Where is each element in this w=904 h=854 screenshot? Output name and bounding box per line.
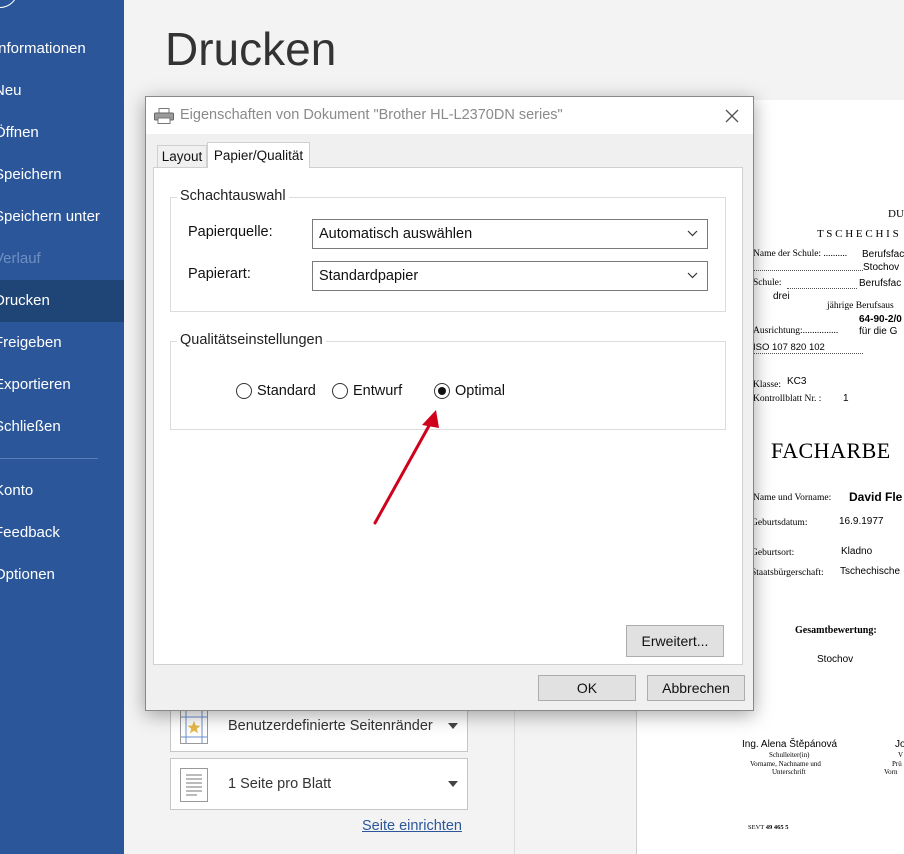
pages-per-sheet-setting[interactable]: 1 Seite pro Blatt xyxy=(170,758,468,810)
preview-signer-role1: Schulleiter(in) xyxy=(769,751,810,759)
nav-oeffnen[interactable]: Öffnen xyxy=(0,112,124,154)
preview-signer2-line1: V xyxy=(898,751,904,759)
nav-freigeben[interactable]: Freigeben xyxy=(0,322,124,364)
paper-source-value: Automatisch auswählen xyxy=(319,226,473,242)
preview-birth-value: 16.9.1977 xyxy=(839,516,884,527)
page-title: Drucken xyxy=(165,23,337,75)
preview-signer2-line2: Prü xyxy=(892,760,902,768)
chevron-down-icon xyxy=(448,723,458,729)
preview-school-value: Berufsfac xyxy=(859,278,902,289)
preview-heading: FACHARBE xyxy=(771,438,891,463)
tray-selection-group: Schachtauswahl Papierquelle: Automatisch… xyxy=(170,188,726,312)
pages-per-sheet-label: 1 Seite pro Blatt xyxy=(228,776,332,792)
nav-schliessen[interactable]: Schließen xyxy=(0,406,124,448)
backstage-sidebar: Informationen Neu Öffnen Speichern Speic… xyxy=(0,0,124,854)
margins-icon xyxy=(180,710,208,744)
dialog-titlebar[interactable]: Eigenschaften von Dokument "Brother HL-L… xyxy=(146,97,753,134)
paper-source-select[interactable]: Automatisch auswählen xyxy=(312,219,708,249)
annotation-arrow-icon xyxy=(373,410,439,525)
radio-entwurf-label: Entwurf xyxy=(353,383,403,399)
preview-sevt-prefix: SEVT xyxy=(748,824,765,831)
dialog-title: Eigenschaften von Dokument "Brother HL-L… xyxy=(180,107,563,123)
close-button[interactable] xyxy=(717,101,747,131)
preview-school-label: Schule: xyxy=(753,278,782,288)
preview-kontrollblatt-value: 1 xyxy=(843,393,849,404)
tray-group-title: Schachtauswahl xyxy=(177,188,289,204)
preview-signer: Ing. Alena Štěpánová xyxy=(742,739,838,750)
nav-informationen[interactable]: Informationen xyxy=(0,28,124,70)
back-button[interactable] xyxy=(0,0,36,8)
cancel-button[interactable]: Abbrechen xyxy=(647,675,745,701)
preview-kontrollblatt-label: Kontrollblatt Nr. : xyxy=(753,394,822,404)
preview-birth-label: Geburtsdatum: xyxy=(751,518,808,528)
nav-neu[interactable]: Neu xyxy=(0,70,124,112)
nav-drucken[interactable]: Drucken xyxy=(0,280,124,322)
preview-signer2: Jo xyxy=(895,739,904,750)
nav-exportieren[interactable]: Exportieren xyxy=(0,364,124,406)
radio-selected-icon xyxy=(434,383,450,399)
preview-du: DU xyxy=(888,208,904,220)
preview-birthplace-label: Geburtsort: xyxy=(751,548,795,558)
radio-optimal-label: Optimal xyxy=(455,383,505,399)
nav-separator xyxy=(0,458,98,459)
nav-feedback[interactable]: Feedback xyxy=(0,512,124,554)
preview-klasse-value: KC3 xyxy=(787,376,807,387)
ok-button[interactable]: OK xyxy=(538,675,636,701)
paper-type-label: Papierart: xyxy=(188,266,251,282)
radio-standard[interactable]: Standard xyxy=(236,381,321,401)
advanced-button[interactable]: Erweitert... xyxy=(626,625,724,657)
radio-entwurf[interactable]: Entwurf xyxy=(332,381,412,401)
preview-code: 64-90-2/0 xyxy=(859,314,902,325)
chevron-down-icon xyxy=(687,272,698,279)
nav-optionen[interactable]: Optionen xyxy=(0,554,124,596)
printer-icon xyxy=(154,108,174,124)
paper-type-value: Standardpapier xyxy=(319,268,419,284)
chevron-down-icon xyxy=(448,781,458,787)
radio-circle-icon xyxy=(332,383,348,399)
settings-divider xyxy=(514,700,515,854)
preview-tschechis: T S C H E C H I S xyxy=(817,228,899,240)
chevron-down-icon xyxy=(687,230,698,237)
preview-citizenship-value: Tschechische xyxy=(840,566,901,577)
preview-name-label: Name und Vorname: xyxy=(753,493,832,503)
preview-place: Stochov xyxy=(817,654,854,665)
radio-circle-icon xyxy=(236,383,252,399)
preview-dotted-line xyxy=(787,288,857,289)
nav-speichern-unter[interactable]: Speichern unter xyxy=(0,196,124,238)
preview-signer-role2: Vorname, Nachname und xyxy=(750,760,821,768)
paper-source-label: Papierquelle: xyxy=(188,224,273,240)
preview-drei: drei xyxy=(773,291,790,302)
nav-verlauf: Verlauf xyxy=(0,250,41,267)
preview-klasse-label: Klasse: xyxy=(753,380,781,390)
nav-speichern[interactable]: Speichern xyxy=(0,154,124,196)
page-setup-link[interactable]: Seite einrichten xyxy=(362,818,462,834)
preview-birthplace-value: Kladno xyxy=(841,546,873,557)
radio-optimal[interactable]: Optimal xyxy=(434,381,519,401)
preview-ausrichtung-label: Ausrichtung:............... xyxy=(753,326,839,336)
preview-dotted-line xyxy=(753,270,863,271)
radio-standard-label: Standard xyxy=(257,383,316,399)
preview-school-name-value2: Stochov xyxy=(863,262,900,273)
preview-jaehrige: jährige Berufsaus xyxy=(827,301,894,311)
preview-school-name-label: Name der Schule: .......... xyxy=(753,249,848,259)
tab-layout[interactable]: Layout xyxy=(157,145,207,167)
quality-group-title: Qualitätseinstellungen xyxy=(177,332,326,348)
preview-sevt-number: 49 465 5 xyxy=(765,824,789,831)
preview-citizenship-label: Staatsbürgerschaft: xyxy=(751,568,824,578)
tab-paper-quality[interactable]: Papier/Qualität xyxy=(207,142,310,168)
preview-name-value: David Fle xyxy=(849,490,903,504)
back-arrow-icon xyxy=(0,0,18,8)
preview-sevt: SEVT 49 465 5 xyxy=(748,824,789,831)
preview-school-name-value: Berufsfac xyxy=(862,249,904,260)
paper-type-select[interactable]: Standardpapier xyxy=(312,261,708,291)
nav-konto[interactable]: Konto xyxy=(0,470,124,512)
preview-ausrichtung-value: für die G xyxy=(859,326,898,337)
pages-per-sheet-icon xyxy=(180,768,208,802)
preview-gesamt: Gesamtbewertung: xyxy=(795,625,877,636)
close-icon xyxy=(725,109,739,123)
preview-signer2-line3: Vorn xyxy=(884,768,898,776)
preview-signer-role3: Unterschrift xyxy=(772,768,806,776)
preview-iso: ISO 107 820 102 xyxy=(753,342,863,354)
